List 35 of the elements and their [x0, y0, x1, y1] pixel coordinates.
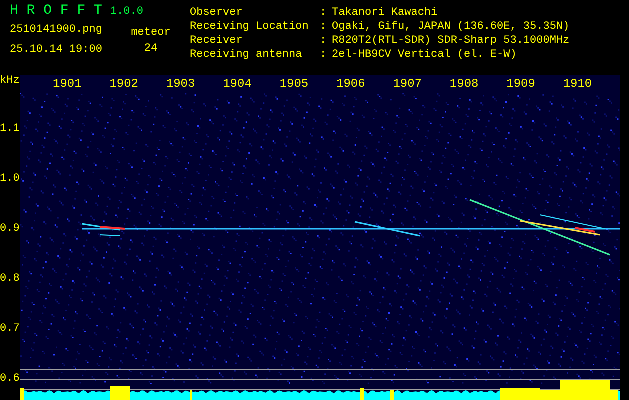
info-label: Receiving Location — [190, 20, 310, 34]
y-axis-unit: kHz — [0, 75, 20, 87]
x-axis-label: 1904 — [223, 77, 252, 91]
info-value: 2el-HB9CV Vertical (el. E-W) — [332, 48, 517, 62]
x-axis-label: 1906 — [336, 77, 366, 91]
y-axis-label: 0.8 — [0, 273, 20, 285]
info-value: Ogaki, Gifu, JAPAN (136.60E, 35.35N) — [332, 20, 570, 34]
y-axis-label: 0.9 — [0, 223, 20, 235]
info-value: R820T2(RTL-SDR) SDR-Sharp 53.1000MHz — [332, 34, 570, 48]
file-name: 2510141900.png — [10, 23, 104, 37]
x-axis-label: 1902 — [110, 77, 139, 91]
info-value: Takanori Kawachi — [332, 6, 438, 20]
info-separator: : — [320, 20, 328, 34]
info-label: Receiver — [190, 34, 244, 48]
x-axis-label: 1910 — [563, 77, 592, 91]
info-separator: : — [320, 6, 328, 20]
x-axis-label: 1901 — [53, 77, 82, 91]
meteor-label: meteor — [131, 26, 171, 40]
app-version: 1.0.0 — [110, 5, 144, 19]
meteor-count: 24 — [144, 42, 158, 56]
info-separator: : — [320, 34, 328, 48]
x-axis-label: 1907 — [393, 77, 422, 91]
y-axis-label: 1.0 — [0, 173, 20, 185]
y-axis-label: 0.6 — [0, 373, 20, 385]
info-separator: : — [320, 48, 328, 62]
info-label: Receiving antenna — [190, 48, 304, 62]
y-axis-label: 1.1 — [0, 123, 20, 135]
x-axis-label: 1908 — [450, 77, 479, 91]
x-axis-label: 1903 — [166, 77, 196, 91]
y-axis-label: 0.7 — [0, 323, 20, 335]
x-axis-label: 1909 — [506, 77, 536, 91]
file-datetime: 25.10.14 19:00 — [10, 43, 104, 57]
info-label: Observer — [190, 6, 244, 20]
x-axis-label: 1905 — [280, 77, 309, 91]
app-title: H R O F F T — [10, 4, 102, 18]
